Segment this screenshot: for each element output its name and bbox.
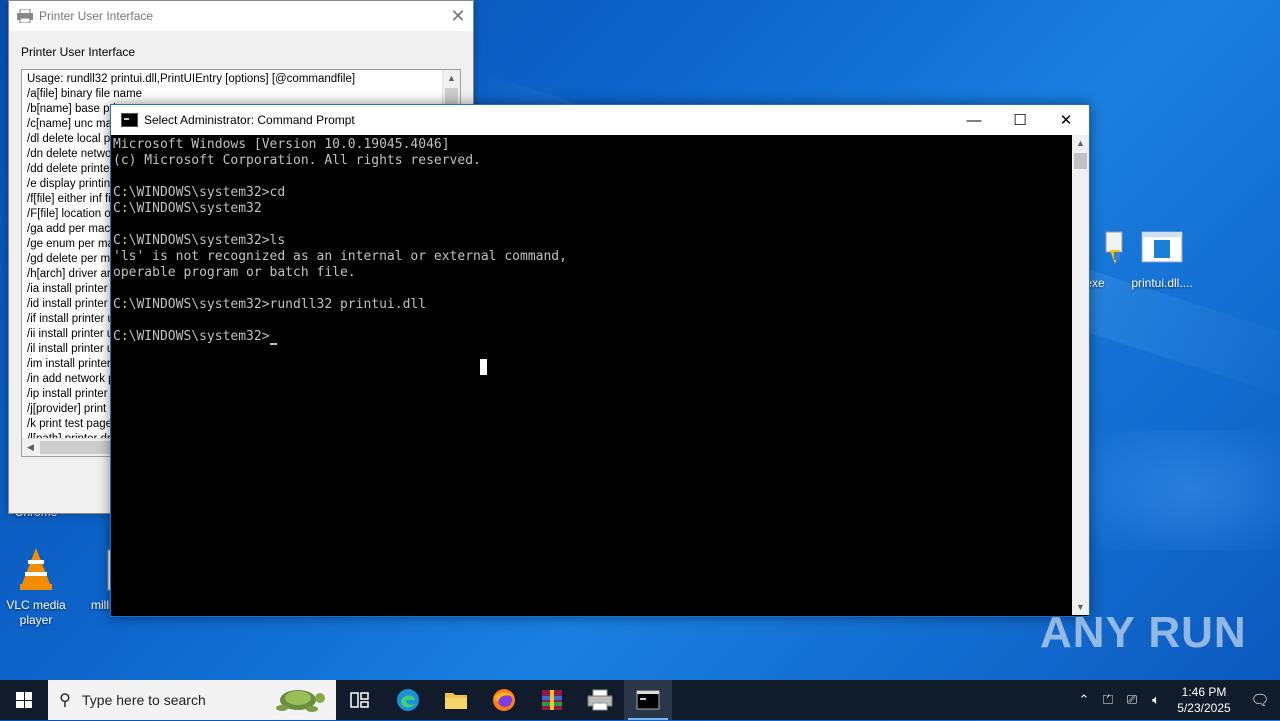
cmd-titlebar[interactable]: Select Administrator: Command Prompt — ☐… [111,105,1089,135]
console-line: 'ls' is not recognized as an internal or… [113,249,567,264]
notification-icon[interactable]: 🗨︎ [1240,691,1280,709]
printer-icon [587,689,613,711]
cmd-taskbar-button[interactable] [624,680,672,720]
winrar-icon [542,690,562,710]
edge-taskbar-button[interactable] [384,680,432,720]
close-button[interactable]: ✕ [1043,105,1089,135]
cmd-icon [121,113,138,127]
file-explorer-taskbar-button[interactable] [432,680,480,720]
firefox-icon [493,689,515,711]
anyrun-watermark: ANY RUN [1040,608,1247,658]
vlc-icon [14,546,58,590]
console-output[interactable]: Microsoft Windows [Version 10.0.19045.40… [113,137,1071,615]
search-placeholder: Type here to search [82,692,206,708]
firefox-taskbar-button[interactable] [480,680,528,720]
command-prompt-window: Select Administrator: Command Prompt — ☐… [110,104,1090,617]
scroll-up-icon[interactable]: ▲ [1076,138,1085,148]
console-line: operable program or batch file. [113,265,356,280]
minimize-button[interactable]: — [951,105,997,135]
printer-ui-title: Printer User Interface [39,9,154,23]
cmd-vertical-scrollbar[interactable]: ▲ ▼ [1072,135,1089,615]
cmd-title: Select Administrator: Command Prompt [144,113,355,127]
folder-icon [445,693,467,709]
installer-icon [1084,228,1128,272]
system-tray: ⌃ ⏍ ⎚ 🔈︎ 1:46 PM 5/23/2025 🗨︎ [1072,680,1280,720]
taskbar: ⚲ Type here to search ⌃ ⏍ ⎚ 🔈︎ 1:46 PM 5… [0,680,1280,720]
desktop-light-glow [1090,430,1280,550]
text-cursor [269,343,277,345]
desktop-icon-vlc-label: VLC media player [6,598,66,627]
usage-line: /a[file] binary file name [27,88,143,100]
command-prompt-icon [636,690,660,710]
watermark-text: ANY RUN [1040,608,1247,657]
clock-time: 1:46 PM [1181,685,1227,699]
device-icon[interactable]: ⏍ [1096,692,1120,708]
task-view-icon [350,692,369,708]
clock-date: 5/23/2025 [1177,701,1231,715]
task-view-button[interactable] [336,680,384,720]
volume-icon[interactable]: 🔈︎ [1144,692,1168,708]
windows-logo-icon [16,692,32,708]
console-line: C:\WINDOWS\system32>ls [113,233,286,248]
dll-file-icon [1140,228,1184,272]
maximize-button[interactable]: ☐ [997,105,1043,135]
close-icon[interactable]: ✕ [443,6,473,27]
usage-line: Usage: rundll32 printui.dll,PrintUIEntry… [27,73,356,85]
console-line: C:\WINDOWS\system32>rundll32 printui.dll [113,297,427,312]
console-line: C:\WINDOWS\system32>cd [113,185,286,200]
printer-taskbar-button[interactable] [576,680,624,720]
scroll-thumb[interactable] [1074,153,1087,169]
printer-ui-heading: Printer User Interface [21,45,136,59]
console-line: (c) Microsoft Corporation. All rights re… [113,153,481,168]
desktop-icon-vlc[interactable]: VLC media player [0,546,72,628]
taskbar-clock[interactable]: 1:46 PM 5/23/2025 [1168,684,1240,716]
console-line: C:\WINDOWS\system32 [113,201,262,216]
printer-icon [17,9,33,23]
edge-icon [397,689,419,711]
taskbar-search-box[interactable]: ⚲ Type here to search [48,680,336,720]
start-button[interactable] [0,680,48,720]
desktop-icon-printui-label: printui.dll.... [1131,276,1193,290]
scroll-left-icon[interactable]: ◀ [27,442,34,453]
scroll-thumb[interactable] [40,441,120,454]
search-icon: ⚲ [59,692,71,709]
winrar-taskbar-button[interactable] [528,680,576,720]
chevron-up-icon[interactable]: ⌃ [1072,692,1096,708]
console-line: C:\WINDOWS\system32> [113,329,1071,345]
scroll-up-icon[interactable]: ▲ [447,73,456,83]
text-select-cursor [480,359,487,375]
printer-ui-titlebar[interactable]: Printer User Interface ✕ [9,1,473,31]
desktop-icon-printui-dll[interactable]: printui.dll.... [1126,228,1198,291]
console-line: Microsoft Windows [Version 10.0.19045.40… [113,137,450,152]
network-icon[interactable]: ⎚ [1120,692,1144,708]
turtle-image-icon [268,684,328,716]
